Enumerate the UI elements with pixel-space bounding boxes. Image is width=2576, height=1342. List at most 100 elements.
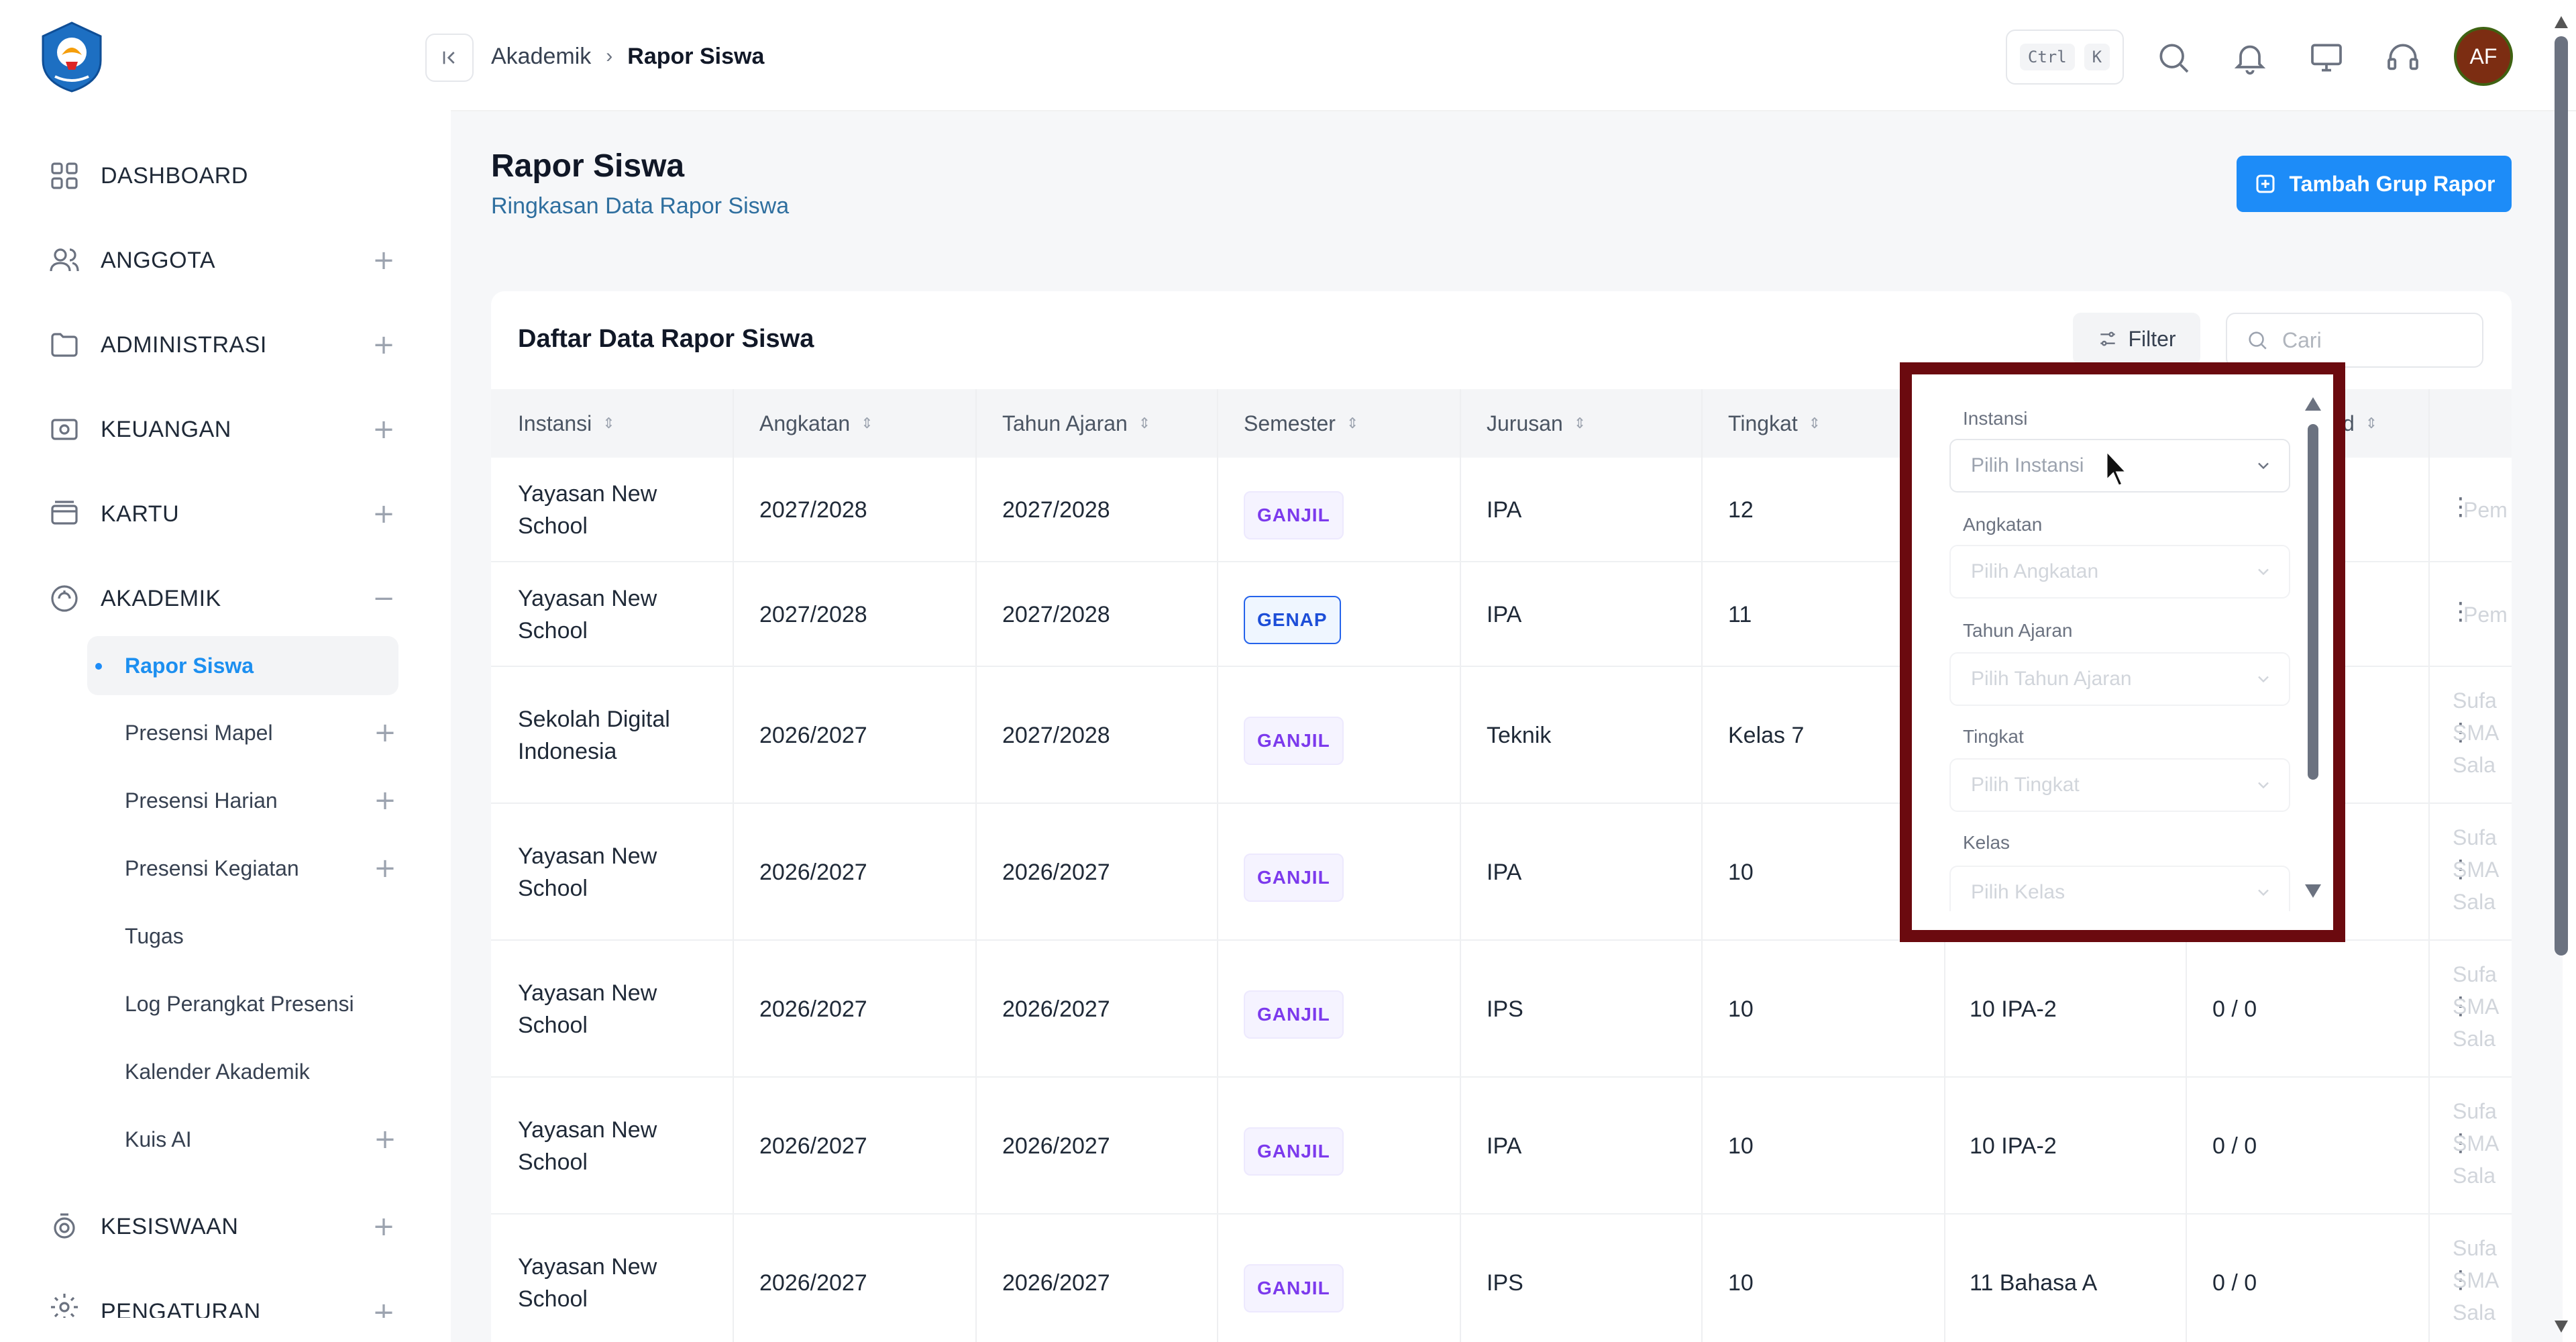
cell-text: Yayasan New bbox=[518, 980, 657, 1006]
cell-instansi: Yayasan New School bbox=[518, 1251, 657, 1315]
collapse-left-icon bbox=[439, 47, 460, 68]
cell-instansi: Sekolah Digital Indonesia bbox=[518, 703, 670, 768]
filter-panel-scrollbar[interactable] bbox=[2308, 424, 2318, 780]
sidebar-item-log-perangkat-presensi[interactable]: Log Perangkat Presensi bbox=[87, 974, 398, 1033]
bell-icon[interactable] bbox=[2231, 39, 2269, 76]
sort-icon[interactable]: ⇕ bbox=[1809, 415, 1821, 432]
cell-jurusan: IPA bbox=[1487, 1133, 1522, 1159]
sidebar-item-kalender-akademik[interactable]: Kalender Akademik bbox=[87, 1042, 398, 1101]
nav-keuangan[interactable]: KEUANGAN + bbox=[48, 403, 397, 456]
expand-icon[interactable]: + bbox=[372, 787, 398, 814]
expand-icon[interactable]: + bbox=[370, 1213, 397, 1240]
nav-label: ANGGOTA bbox=[101, 247, 215, 273]
column-header-partial[interactable]: d ⇕ bbox=[2343, 389, 2377, 458]
expand-icon[interactable]: + bbox=[372, 855, 398, 882]
sort-icon[interactable]: ⇕ bbox=[1574, 415, 1586, 432]
sidebar-item-presensi-kegiatan[interactable]: Presensi Kegiatan + bbox=[87, 839, 398, 898]
column-header-instansi[interactable]: Instansi ⇕ bbox=[518, 389, 615, 458]
cell-semester: GANJIL bbox=[1244, 717, 1344, 765]
chevron-down-icon bbox=[2254, 883, 2273, 902]
page-title: Rapor Siswa bbox=[491, 148, 685, 184]
sidebar-item-presensi-harian[interactable]: Presensi Harian + bbox=[87, 771, 398, 830]
table-row[interactable]: Yayasan New School 2026/2027 2026/2027 G… bbox=[491, 1215, 2512, 1342]
sidebar-item-tugas[interactable]: Tugas bbox=[87, 907, 398, 966]
sort-icon[interactable]: ⇕ bbox=[1346, 415, 1358, 432]
column-label: Angkatan bbox=[759, 411, 851, 435]
column-header-jurusan[interactable]: Jurusan ⇕ bbox=[1487, 389, 1586, 458]
search-field[interactable] bbox=[2226, 313, 2483, 368]
nav-administrasi[interactable]: ADMINISTRASI + bbox=[48, 318, 397, 372]
mouse-pointer-icon bbox=[2104, 448, 2131, 488]
sidebar-collapse-button[interactable] bbox=[425, 34, 474, 82]
sort-icon[interactable]: ⇕ bbox=[1138, 415, 1150, 432]
expand-icon[interactable]: + bbox=[370, 1299, 397, 1318]
table-row[interactable]: Yayasan New School 2026/2027 2026/2027 G… bbox=[491, 1078, 2512, 1215]
column-header-tingkat[interactable]: Tingkat ⇕ bbox=[1728, 389, 1821, 458]
expand-icon[interactable]: + bbox=[370, 247, 397, 274]
column-header-semester[interactable]: Semester ⇕ bbox=[1244, 389, 1358, 458]
breadcrumb-akademik[interactable]: Akademik bbox=[491, 44, 591, 70]
command-shortcut-button[interactable]: Ctrl K bbox=[2006, 30, 2124, 85]
window-scroll-up-icon[interactable] bbox=[2553, 15, 2569, 30]
nav-dashboard[interactable]: DASHBOARD bbox=[48, 149, 397, 203]
search-icon[interactable] bbox=[2155, 39, 2192, 76]
search-input[interactable] bbox=[2282, 327, 2457, 353]
support-icon[interactable] bbox=[2384, 39, 2422, 76]
cell-tahun-ajaran: 2027/2028 bbox=[1002, 723, 1110, 748]
kbd-k: K bbox=[2084, 44, 2110, 70]
sort-icon[interactable]: ⇕ bbox=[602, 415, 614, 432]
select-value: Pilih Tahun Ajaran bbox=[1971, 668, 2132, 690]
expand-icon[interactable]: + bbox=[372, 1126, 398, 1153]
filter-label-kelas: Kelas bbox=[1963, 832, 2010, 853]
nav-akademik[interactable]: AKADEMIK − bbox=[48, 572, 397, 625]
nav-anggota[interactable]: ANGGOTA + bbox=[48, 234, 397, 287]
cell-aksi-faded: Sufa SMA Sala bbox=[2453, 688, 2498, 777]
cell-angkatan: 2026/2027 bbox=[759, 996, 867, 1022]
expand-icon[interactable]: + bbox=[370, 416, 397, 443]
cell-tingkat: 10 bbox=[1728, 860, 1754, 885]
scroll-down-arrow-icon[interactable] bbox=[2304, 883, 2322, 899]
cell-angkatan: 2026/2027 bbox=[759, 723, 867, 748]
cell-jurusan: IPA bbox=[1487, 860, 1522, 885]
cell-instansi: Yayasan New School bbox=[518, 840, 657, 905]
filter-select-tahun-ajaran[interactable]: Pilih Tahun Ajaran bbox=[1949, 652, 2290, 706]
filter-select-angkatan[interactable]: Pilih Angkatan bbox=[1949, 545, 2290, 599]
cell-kelas: 11 Bahasa A bbox=[1970, 1270, 2098, 1296]
table-title: Daftar Data Rapor Siswa bbox=[518, 325, 814, 353]
column-label: Tingkat bbox=[1728, 411, 1798, 435]
nav-kartu[interactable]: KARTU + bbox=[48, 487, 397, 541]
cell-text: Indonesia bbox=[518, 739, 617, 764]
add-report-group-button[interactable]: Tambah Grup Rapor bbox=[2237, 156, 2512, 212]
sort-icon[interactable]: ⇕ bbox=[2365, 415, 2377, 432]
nav-pengaturan[interactable]: PENGATURAN + bbox=[48, 1284, 397, 1318]
column-header-angkatan[interactable]: Angkatan ⇕ bbox=[759, 389, 873, 458]
cell-nilai: 0 / 0 bbox=[2212, 996, 2257, 1022]
sort-icon[interactable]: ⇕ bbox=[861, 415, 873, 432]
expand-icon[interactable]: + bbox=[370, 331, 397, 358]
cell-tahun-ajaran: 2026/2027 bbox=[1002, 1270, 1110, 1296]
user-avatar[interactable]: AF bbox=[2454, 27, 2513, 86]
table-row[interactable]: Yayasan New School 2026/2027 2026/2027 G… bbox=[491, 941, 2512, 1078]
monitor-icon[interactable] bbox=[2308, 39, 2345, 76]
sidebar-item-rapor-siswa[interactable]: Rapor Siswa bbox=[87, 636, 398, 695]
window-scroll-down-icon[interactable] bbox=[2553, 1319, 2569, 1334]
window-scrollbar[interactable] bbox=[2555, 36, 2568, 956]
sidebar-item-presensi-mapel[interactable]: Presensi Mapel + bbox=[87, 703, 398, 762]
users-icon bbox=[48, 244, 80, 276]
cell-text: Yayasan New bbox=[518, 1117, 657, 1143]
column-header-tahun-ajaran[interactable]: Tahun Ajaran ⇕ bbox=[1002, 389, 1150, 458]
cell-aksi-faded: Sufa SMA Sala bbox=[2453, 1099, 2498, 1188]
filter-select-tingkat[interactable]: Pilih Tingkat bbox=[1949, 758, 2290, 812]
column-label: Semester bbox=[1244, 411, 1336, 435]
cell-text: School bbox=[518, 876, 588, 901]
scroll-up-arrow-icon[interactable] bbox=[2304, 396, 2322, 412]
nav-kesiswaan[interactable]: KESISWAAN + bbox=[48, 1200, 397, 1253]
cell-angkatan: 2026/2027 bbox=[759, 860, 867, 885]
collapse-icon[interactable]: − bbox=[370, 585, 397, 612]
filter-button[interactable]: Filter bbox=[2073, 313, 2200, 365]
expand-icon[interactable]: + bbox=[372, 719, 398, 746]
cell-angkatan: 2026/2027 bbox=[759, 1133, 867, 1159]
sidebar-item-kuis-ai[interactable]: Kuis AI + bbox=[87, 1110, 398, 1169]
school-logo[interactable] bbox=[35, 20, 109, 94]
expand-icon[interactable]: + bbox=[370, 501, 397, 527]
